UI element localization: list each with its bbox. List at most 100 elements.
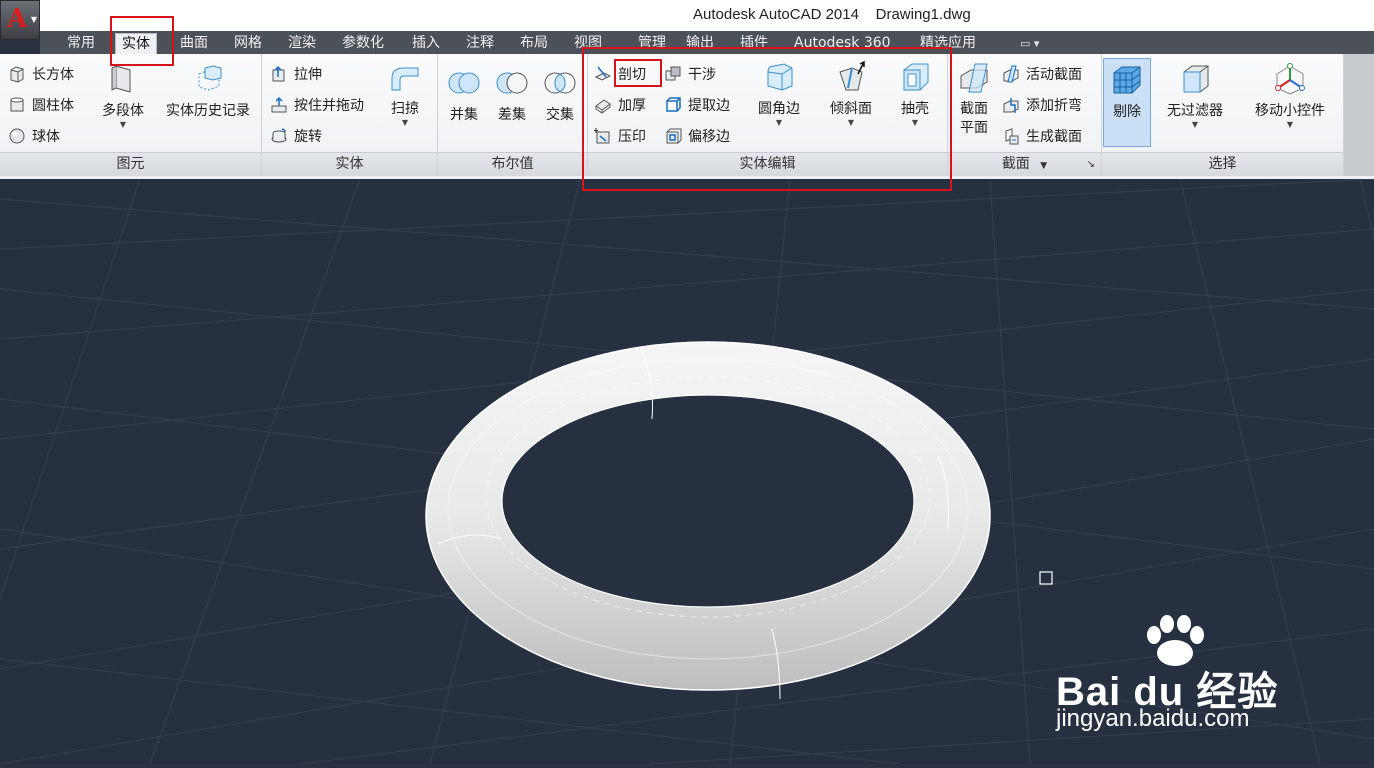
- extract-edges-button[interactable]: 提取边: [664, 92, 730, 118]
- presspull-button[interactable]: 按住并拖动: [270, 92, 364, 118]
- taper-faces-button[interactable]: 倾斜面 ▼: [826, 60, 876, 128]
- tab-render[interactable]: 渲染: [282, 33, 322, 54]
- watermark-url: jingyan.baidu.com: [1056, 705, 1250, 732]
- chevron-down-icon: ▼: [775, 118, 783, 127]
- sphere-button[interactable]: 球体: [8, 123, 60, 149]
- panel-solid-editing: 剖切 干涉 加厚 提取边 压印 偏移边 圆角边 ▼ 倾斜面 ▼ 抽壳 ▼ 实体编…: [588, 54, 948, 176]
- panel-title-boolean: 布尔值: [438, 152, 587, 176]
- tab-home[interactable]: 常用: [61, 33, 101, 54]
- tab-view[interactable]: 视图: [568, 33, 608, 54]
- sphere-icon: [9, 128, 25, 144]
- tab-surface[interactable]: 曲面: [174, 33, 214, 54]
- panel-primitive: 长方体 圆柱体 球体 多段体 ▼ 实体历史记录 图元: [0, 54, 262, 176]
- section-plane-button[interactable]: 截面 平面: [954, 62, 994, 138]
- panel-selection: 剔除 无过滤器 ▼ 移动小控件 ▼ 选择: [1102, 54, 1344, 176]
- slice-button[interactable]: 剖切: [594, 61, 646, 87]
- tab-plugins[interactable]: 插件: [734, 33, 774, 54]
- ribbon-tab-bar: 常用 实体 曲面 网格 渲染 参数化 插入 注释 布局 视图 管理 输出 插件 …: [40, 31, 1374, 54]
- section-plane-icon: [960, 63, 988, 93]
- intersect-icon: [544, 72, 576, 94]
- box-button[interactable]: 长方体: [8, 61, 74, 87]
- dialog-launcher-icon[interactable]: ↘: [1087, 153, 1095, 176]
- move-gizmo-icon: [1275, 63, 1305, 95]
- extrude-icon: [272, 65, 285, 82]
- interfere-button[interactable]: 干涉: [664, 61, 716, 87]
- panel-title-solid: 实体: [262, 152, 437, 176]
- shell-icon: [903, 63, 929, 91]
- live-section-button[interactable]: 活动截面: [1002, 61, 1082, 87]
- offset-edge-icon: [666, 128, 682, 144]
- thicken-icon: [595, 99, 611, 114]
- panel-title-selection: 选择: [1102, 152, 1343, 176]
- tab-insert[interactable]: 插入: [406, 33, 446, 54]
- drawing-canvas[interactable]: Bai du 经验 jingyan.baidu.com: [0, 178, 1374, 765]
- interfere-icon: [665, 66, 681, 81]
- cylinder-button[interactable]: 圆柱体: [8, 92, 74, 118]
- offset-edge-button[interactable]: 偏移边: [664, 123, 730, 149]
- tab-manage[interactable]: 管理: [632, 33, 672, 54]
- fillet-edge-button[interactable]: 圆角边 ▼: [754, 60, 804, 128]
- tab-parametric[interactable]: 参数化: [336, 33, 390, 54]
- revolve-button[interactable]: 旋转: [270, 123, 322, 149]
- fillet-edge-icon: [767, 63, 793, 91]
- live-section-icon: [1003, 65, 1019, 83]
- chevron-down-icon: ▼: [401, 118, 409, 127]
- panel-section: 截面 平面 活动截面 添加折弯 生成截面 截面 ▼ ↘: [948, 54, 1102, 176]
- subtract-button[interactable]: 差集: [492, 66, 532, 124]
- taper-faces-icon: [839, 60, 865, 91]
- chevron-down-icon[interactable]: ▼: [1040, 161, 1047, 171]
- autocad-logo-icon: A: [7, 4, 28, 34]
- panel-title-solid-editing: 实体编辑: [588, 152, 947, 176]
- culling-icon: [1113, 66, 1141, 94]
- panel-boolean: 并集 差集 交集 布尔值: [438, 54, 588, 176]
- extrude-button[interactable]: 拉伸: [270, 61, 322, 87]
- tab-autodesk-360[interactable]: Autodesk 360: [788, 33, 897, 54]
- chevron-down-icon: ▼: [1191, 120, 1199, 129]
- tab-annotate[interactable]: 注释: [460, 33, 500, 54]
- thicken-button[interactable]: 加厚: [594, 92, 646, 118]
- shell-button[interactable]: 抽壳 ▼: [890, 60, 940, 128]
- cylinder-icon: [10, 97, 24, 112]
- torus-solid[interactable]: [425, 341, 991, 700]
- ribbon-display-toggle-icon[interactable]: ▭ ▾: [1020, 37, 1039, 50]
- tab-output[interactable]: 输出: [680, 33, 720, 54]
- imprint-icon: [594, 128, 610, 144]
- culling-button[interactable]: 剔除: [1103, 58, 1151, 147]
- tab-mesh[interactable]: 网格: [228, 33, 268, 54]
- window-title: Autodesk AutoCAD 2014 Drawing1.dwg: [693, 6, 971, 23]
- application-menu-button[interactable]: A ▼: [0, 0, 40, 40]
- intersect-button[interactable]: 交集: [540, 66, 580, 124]
- tab-layout[interactable]: 布局: [514, 33, 554, 54]
- polysolid-button[interactable]: 多段体 ▼: [100, 62, 146, 130]
- polysolid-icon: [111, 65, 131, 93]
- move-gizmo-button[interactable]: 移动小控件 ▼: [1250, 62, 1330, 130]
- union-icon: [448, 72, 480, 94]
- union-button[interactable]: 并集: [444, 66, 484, 124]
- chevron-down-icon: ▼: [847, 118, 855, 127]
- ribbon-scrollbar[interactable]: [1344, 54, 1374, 176]
- add-jog-button[interactable]: 添加折弯: [1002, 92, 1082, 118]
- slice-icon: [594, 66, 612, 81]
- chevron-down-icon: ▼: [119, 120, 127, 129]
- panel-title-section: 截面 ▼ ↘: [948, 152, 1101, 176]
- tab-featured-apps[interactable]: 精选应用: [914, 33, 982, 54]
- pickbox-cursor: [1039, 571, 1053, 585]
- extract-edges-icon: [666, 97, 681, 112]
- panel-title-primitive: 图元: [0, 152, 261, 176]
- solid-history-button[interactable]: 实体历史记录: [162, 62, 254, 120]
- ribbon: 长方体 圆柱体 球体 多段体 ▼ 实体历史记录 图元 拉伸 按住并拖动 旋转 扫…: [0, 54, 1374, 180]
- generate-section-icon: [1005, 128, 1019, 145]
- add-jog-icon: [1003, 98, 1019, 113]
- sweep-icon: [391, 67, 419, 91]
- generate-section-button[interactable]: 生成截面: [1002, 123, 1082, 149]
- no-filter-button[interactable]: 无过滤器 ▼: [1160, 62, 1230, 130]
- subtract-icon: [496, 72, 528, 94]
- imprint-button[interactable]: 压印: [594, 123, 646, 149]
- watermark: Bai du 经验 jingyan.baidu.com: [1056, 615, 1306, 735]
- tab-solid[interactable]: 实体: [115, 33, 157, 54]
- sweep-button[interactable]: 扫掠 ▼: [382, 60, 428, 128]
- chevron-down-icon: ▼: [1286, 120, 1294, 129]
- panel-solid: 拉伸 按住并拖动 旋转 扫掠 ▼ 实体: [262, 54, 438, 176]
- revolve-icon: [271, 128, 287, 143]
- box-icon: [10, 66, 24, 83]
